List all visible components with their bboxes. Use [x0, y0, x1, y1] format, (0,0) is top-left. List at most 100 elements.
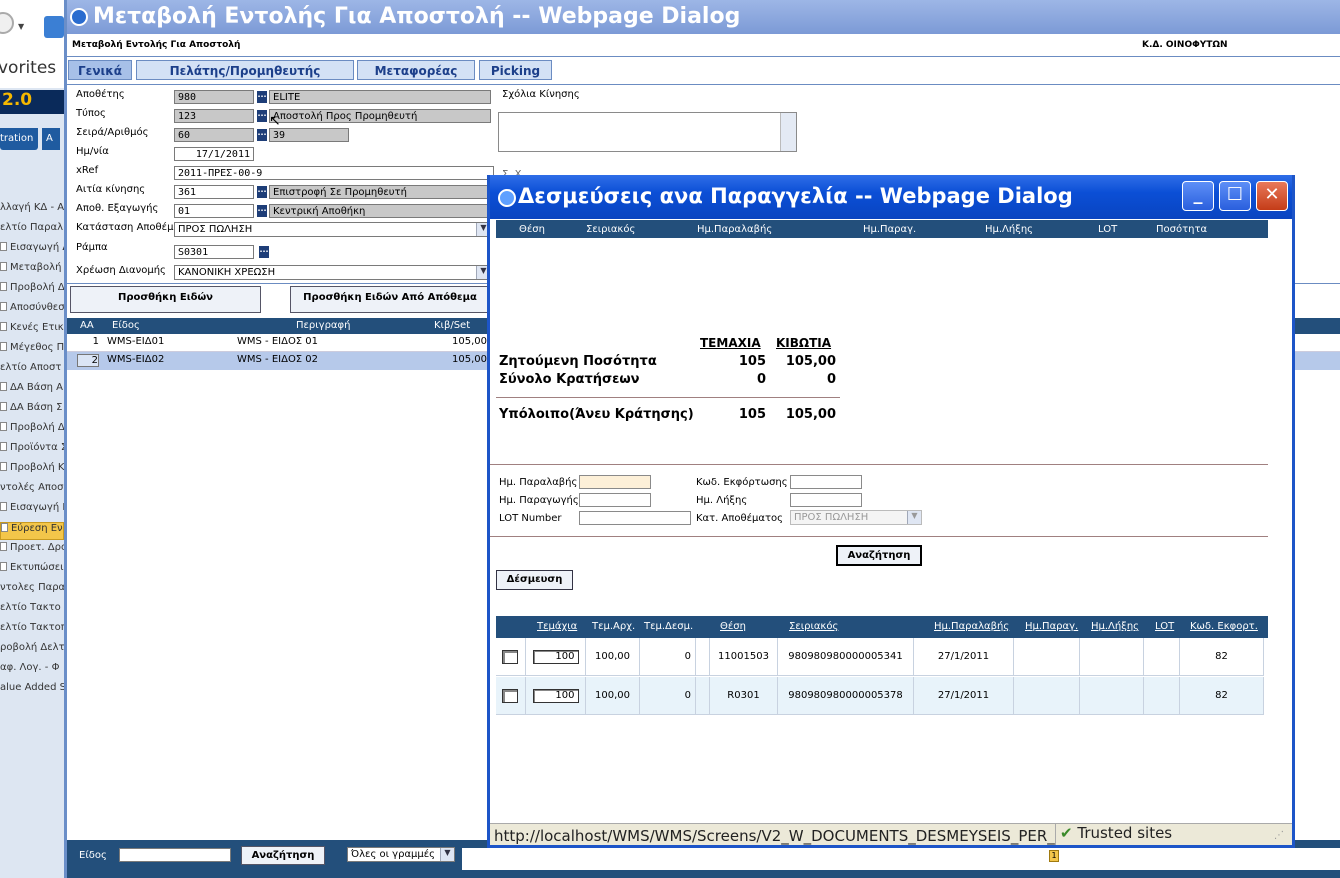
dialog-search-button[interactable]: Αναζήτηση — [836, 545, 922, 566]
nav-button-a[interactable]: A — [42, 128, 60, 150]
menu-item[interactable]: αφ. Λογ. - Φ — [0, 662, 64, 680]
menu-item[interactable]: Προβολή Δ — [0, 422, 64, 440]
series-field[interactable]: 60 — [174, 128, 254, 142]
chevron-down-icon[interactable]: ▼ — [907, 511, 921, 524]
main-title-bar[interactable]: Μεταβολή Εντολής Για Αποστολή -- Webpage… — [67, 0, 1340, 34]
menu-item[interactable]: ΔΑ Βάση Α — [0, 382, 64, 400]
col-pieces[interactable]: Τεμάχια — [537, 621, 577, 632]
menu-item[interactable]: Εισαγωγή Δ — [0, 242, 64, 260]
depositor-code-field[interactable]: 980 — [174, 90, 254, 104]
reservations-dialog: Δεσμεύσεις ανα Παραγγελία -- Webpage Dia… — [487, 175, 1295, 848]
table-row[interactable]: 100 100,00 0 11001503 980980980000005341… — [496, 638, 1264, 676]
lot-number-field[interactable] — [579, 511, 691, 525]
resize-grip-icon[interactable]: ⋰ — [1274, 830, 1284, 841]
bottom-filter-select[interactable]: Όλες οι γραμμές ▼ — [347, 847, 455, 862]
receipt-date-field[interactable] — [579, 475, 651, 489]
col-production-date[interactable]: Ημ.Παραγ. — [1025, 621, 1078, 632]
menu-item[interactable]: Προϊόντα Σ — [0, 442, 64, 460]
ie-icon — [70, 8, 88, 26]
bottom-item-input[interactable] — [119, 848, 231, 862]
add-from-stock-button[interactable]: Προσθήκη Ειδών Από Απόθεμα — [290, 286, 490, 313]
unload-code-field[interactable] — [790, 475, 862, 489]
production-date-field[interactable] — [579, 493, 651, 507]
xref-field[interactable]: 2011-ΠΡΕΣ-00-9 — [174, 166, 494, 180]
col-expiry-date[interactable]: Ημ.Λήξης — [1091, 621, 1139, 632]
grid-header-qty: Κιβ/Set — [434, 320, 471, 331]
menu-item-label: Εκτυπώσεις — [10, 562, 64, 573]
expiry-date-field[interactable] — [790, 493, 862, 507]
page-number[interactable]: 1 — [1049, 850, 1059, 862]
minimize-icon[interactable]: _ — [1182, 181, 1214, 211]
menu-item[interactable]: ελτίο Παραλ — [0, 222, 64, 240]
stock-status-select[interactable]: ΠΡΟΣ ΠΩΛΗΣΗ ▼ — [174, 222, 491, 237]
table-row[interactable]: 100 100,00 0 R0301 980980980000005378 27… — [496, 677, 1264, 715]
menu-item[interactable]: Προβολή Δ — [0, 282, 64, 300]
chevron-down-icon[interactable]: ▼ — [440, 848, 454, 861]
menu-item[interactable]: ΔΑ Βάση Σ — [0, 402, 64, 420]
menu-item[interactable]: ντολές Αποσ — [0, 482, 64, 500]
col-location[interactable]: Θέση — [720, 621, 746, 632]
warehouse-code-field[interactable]: 01 — [174, 204, 254, 218]
depositor-lookup-button[interactable]: ... — [257, 91, 267, 103]
menu-item[interactable]: Εκτυπώσεις — [0, 562, 64, 580]
menu-item[interactable]: Κενές Ετικ — [0, 322, 64, 340]
tab-carrier[interactable]: Μεταφορέας — [357, 60, 475, 80]
comments-scrollbar[interactable] — [780, 113, 796, 151]
dialog-title-bar[interactable]: Δεσμεύσεις ανα Παραγγελία -- Webpage Dia… — [490, 175, 1292, 219]
menu-item[interactable]: ροβολή Δελτ — [0, 642, 64, 660]
close-icon[interactable]: ✕ — [1256, 181, 1288, 211]
bottom-search-button[interactable]: Αναζήτηση — [241, 846, 325, 865]
menu-item-label: αφ. Λογ. - Φ — [0, 662, 60, 673]
menu-item[interactable]: λλαγή ΚΔ - Α — [0, 202, 64, 220]
back-icon[interactable] — [0, 12, 14, 34]
stock-category-value: ΠΡΟΣ ΠΩΛΗΣΗ — [794, 512, 869, 523]
menu-item[interactable]: alue Added S — [0, 682, 64, 700]
menu-item[interactable]: Αποσύνθεσ — [0, 302, 64, 320]
ramp-lookup-button[interactable]: ... — [259, 246, 269, 258]
row-checkbox[interactable] — [502, 650, 518, 664]
menu-item[interactable]: ελτίο Τακτο — [0, 602, 64, 620]
type-lookup-button[interactable]: ... — [257, 110, 267, 122]
comments-textarea[interactable] — [498, 112, 797, 152]
date-field[interactable]: 17/1/2011 — [174, 147, 254, 161]
reserve-button[interactable]: Δέσμευση — [496, 570, 573, 590]
chevron-down-icon[interactable]: ▼ — [18, 22, 24, 31]
reason-lookup-button[interactable]: ... — [257, 186, 267, 198]
menu-item[interactable]: ελτίο Αποστ — [0, 362, 64, 380]
menu-item[interactable]: Προετ. Δρο — [0, 542, 64, 560]
menu-item[interactable]: Εισαγωγή Ε — [0, 502, 64, 520]
series-lookup-button[interactable]: ... — [257, 129, 267, 141]
stock-category-select[interactable]: ΠΡΟΣ ΠΩΛΗΣΗ ▼ — [790, 510, 922, 525]
menu-item[interactable]: Μέγεθος Πα — [0, 342, 64, 360]
tab-general[interactable]: Γενικά — [68, 60, 132, 80]
row-orig: 100,00 — [586, 677, 640, 715]
tab-picking[interactable]: Picking — [479, 60, 552, 80]
row-checkbox[interactable] — [502, 689, 518, 703]
add-items-button[interactable]: Προσθήκη Ειδών — [70, 286, 261, 313]
zone-pane: ✔ Trusted sites — [1055, 824, 1265, 845]
remaining-boxes: 105,00 — [785, 407, 836, 422]
menu-item[interactable]: ντολες Παρα — [0, 582, 64, 600]
menu-item[interactable]: Προβολή Κ — [0, 462, 64, 480]
row-pieces-input[interactable]: 100 — [532, 689, 579, 703]
warehouse-lookup-button[interactable]: ... — [257, 205, 267, 217]
maximize-icon[interactable]: ☐ — [1219, 181, 1251, 211]
menu-item[interactable]: Εύρεση Εντ — [0, 522, 64, 540]
menu-item[interactable]: ελτίο Τακτοπ — [0, 622, 64, 640]
favorites-label[interactable]: vorites — [0, 58, 56, 78]
ramp-field[interactable]: S0301 — [174, 245, 254, 259]
menu-item[interactable]: Μεταβολή Δ — [0, 262, 64, 280]
col-receipt-date[interactable]: Ημ.Παραλαβής — [934, 621, 1009, 632]
reason-code-field[interactable]: 361 — [174, 185, 254, 199]
charge-select[interactable]: ΚΑΝΟΝΙΚΗ ΧΡΕΩΣΗ ▼ — [174, 265, 491, 280]
summary-divider — [496, 397, 840, 398]
col-unload-code[interactable]: Κωδ. Εκφορτ. — [1190, 621, 1258, 632]
menu-item-label: ελτίο Τακτοπ — [0, 622, 64, 633]
type-code-field[interactable]: 123 — [174, 109, 254, 123]
col-lot[interactable]: LOT — [1155, 621, 1174, 632]
nav-button-administration[interactable]: tration — [0, 128, 38, 150]
menu-item-label: ΔΑ Βάση Α — [10, 382, 64, 393]
col-serial[interactable]: Σειριακός — [789, 621, 838, 632]
row-pieces-input[interactable]: 100 — [532, 650, 579, 664]
tab-customer[interactable]: Πελάτης/Προμηθευτής — [136, 60, 354, 80]
